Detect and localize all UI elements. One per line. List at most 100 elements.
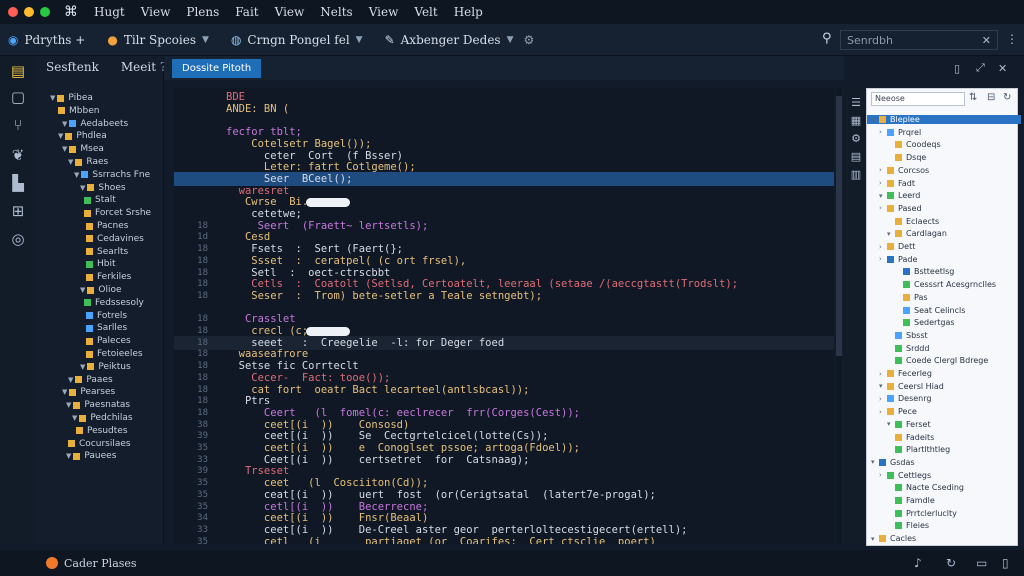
- outline-item[interactable]: Coodeqs: [887, 140, 941, 149]
- chevron-down-icon[interactable]: ▼: [50, 94, 55, 102]
- outline-item[interactable]: › Fadt: [879, 179, 915, 188]
- status-label[interactable]: Cader Plases: [64, 557, 137, 570]
- tree-item[interactable]: Mbben: [58, 106, 99, 116]
- outline-item[interactable]: ▾ Leerd: [879, 191, 920, 200]
- outline-item[interactable]: Fleies: [887, 521, 929, 530]
- tree-item[interactable]: ▼ Raes: [68, 157, 108, 167]
- tree-item[interactable]: ▼ Pearses: [62, 387, 115, 397]
- outline-item[interactable]: Pas: [895, 293, 928, 302]
- tree-item[interactable]: ▼ Msea: [62, 144, 104, 154]
- close-icon[interactable]: ✕: [998, 62, 1007, 75]
- panel-icon[interactable]: ▭: [976, 556, 987, 570]
- tree-item[interactable]: ▼ Pibea: [50, 93, 93, 103]
- tree-item[interactable]: ▼ Pauees: [66, 451, 116, 461]
- chevron-icon[interactable]: ▾: [871, 535, 879, 543]
- outline-item[interactable]: Eclaects: [887, 217, 939, 226]
- outline-item[interactable]: Seat Celincls: [895, 306, 965, 315]
- chevron-down-icon[interactable]: ▼: [58, 132, 63, 140]
- search-input[interactable]: Senrdbh ✕: [840, 30, 998, 50]
- chevron-down-icon[interactable]: ▼: [62, 145, 67, 153]
- outline-item[interactable]: Famdle: [887, 496, 935, 505]
- chevron-icon[interactable]: ▾: [887, 230, 895, 238]
- tree-item[interactable]: ▼ Ssrrachs Fne: [74, 170, 150, 180]
- files-icon[interactable]: ▤: [9, 62, 27, 80]
- explorer-tab-1[interactable]: Sesftenk: [46, 60, 99, 74]
- tree-item[interactable]: ▼ Paesnatas: [66, 400, 130, 410]
- menu-item[interactable]: View: [141, 5, 171, 19]
- outline-item[interactable]: ▾ Bleplee: [867, 115, 1021, 124]
- tree-item[interactable]: Cedavines: [86, 234, 144, 244]
- outline-item[interactable]: Dsqe: [887, 153, 926, 162]
- outline-item[interactable]: Prrtclerluclty: [887, 509, 957, 518]
- outline-item[interactable]: Bstteetlsg: [895, 267, 954, 276]
- layout-icon[interactable]: ▯: [1002, 556, 1009, 570]
- chevron-icon[interactable]: ›: [879, 166, 887, 174]
- editor-scrollbar-thumb[interactable]: [836, 96, 842, 356]
- outline-item[interactable]: Plartlthtleg: [887, 445, 950, 454]
- outline-item[interactable]: Cesssrt Acesgrnclles: [895, 280, 996, 289]
- menu-item[interactable]: Help: [454, 5, 483, 19]
- chevron-down-icon[interactable]: ▼: [72, 414, 77, 422]
- tree-item[interactable]: Fotrels: [86, 311, 127, 321]
- tree-item[interactable]: Sarlles: [86, 323, 127, 333]
- tree-item[interactable]: ▼ Pedchilas: [72, 413, 133, 423]
- chevron-icon[interactable]: ▾: [871, 116, 879, 124]
- tree-item[interactable]: ▼ Phdlea: [58, 131, 107, 141]
- chevron-down-icon[interactable]: ▼: [66, 452, 71, 460]
- filter-icon[interactable]: ▥: [847, 166, 865, 184]
- pin-icon[interactable]: ⤢: [976, 61, 985, 75]
- code-editor[interactable]: BDE ANDE: BN (fecfor tblt; Cotelsetr Bage…: [174, 88, 834, 544]
- gear-icon[interactable]: ⚙: [847, 130, 865, 148]
- bell-icon[interactable]: ♪: [914, 556, 922, 570]
- tree-item[interactable]: Pacnes: [86, 221, 128, 231]
- chevron-down-icon[interactable]: ▼: [80, 363, 85, 371]
- tree-item[interactable]: Ferkiles: [86, 272, 131, 282]
- sync-icon[interactable]: ↻: [946, 556, 956, 570]
- chevron-icon[interactable]: ▾: [879, 382, 887, 390]
- document-icon[interactable]: ▢: [9, 88, 27, 106]
- tree-item[interactable]: ▼ Peiktus: [80, 362, 131, 372]
- account-icon[interactable]: ◎: [9, 230, 27, 248]
- outline-item[interactable]: › Dett: [879, 242, 915, 251]
- tab-active-file[interactable]: Dossite Pitoth: [172, 58, 262, 78]
- chevron-down-icon[interactable]: ▼: [62, 120, 67, 128]
- close-icon[interactable]: ✕: [982, 34, 991, 47]
- chevron-icon[interactable]: ›: [879, 395, 887, 403]
- tree-item[interactable]: ▼ Shoes: [80, 183, 126, 193]
- extensions-icon[interactable]: ⊞: [9, 202, 27, 220]
- chevron-down-icon[interactable]: ▼: [68, 376, 73, 384]
- outline-item[interactable]: › Fecerleg: [879, 369, 932, 378]
- tree-item[interactable]: Fedssesoly: [84, 298, 144, 308]
- outline-item[interactable]: Fadeits: [887, 433, 934, 442]
- chevron-icon[interactable]: ▾: [871, 458, 879, 466]
- refresh-icon[interactable]: ↻: [1003, 92, 1011, 103]
- toolbar-dropdown-3[interactable]: ✎ Axbenger Dedes ▼: [385, 33, 514, 47]
- tree-item[interactable]: Cocursilaes: [68, 439, 131, 449]
- chevron-down-icon[interactable]: ▼: [66, 401, 71, 409]
- outline-item[interactable]: › Pece: [879, 407, 917, 416]
- collapse-icon[interactable]: ⊟: [987, 92, 995, 103]
- chevron-down-icon[interactable]: ▼: [62, 388, 67, 396]
- outline-item[interactable]: › Pased: [879, 204, 922, 213]
- explorer-tab-2[interactable]: Meeit: [121, 60, 156, 74]
- tree-item[interactable]: Paleces: [86, 336, 131, 346]
- chevron-icon[interactable]: ›: [879, 243, 887, 251]
- outline-item[interactable]: ▾ Cardlagan: [887, 229, 947, 238]
- chevron-down-icon[interactable]: ▼: [68, 158, 73, 166]
- chevron-icon[interactable]: ›: [879, 179, 887, 187]
- outline-item[interactable]: › Pade: [879, 255, 917, 264]
- chevron-icon[interactable]: ▾: [879, 192, 887, 200]
- outline-item[interactable]: › Corcsos: [879, 166, 929, 175]
- search-icon[interactable]: ⚲: [822, 31, 832, 46]
- tree-item[interactable]: Fetoieeles: [86, 349, 143, 359]
- minimize-window-icon[interactable]: [24, 7, 34, 17]
- chevron-icon[interactable]: ›: [879, 408, 887, 416]
- chevron-down-icon[interactable]: ▼: [80, 184, 85, 192]
- outline-item[interactable]: ▾ Ferset: [887, 420, 931, 429]
- layers-icon[interactable]: ▤: [847, 148, 865, 166]
- outline-item[interactable]: Coede Clergl Bdrege: [887, 356, 988, 365]
- menu-item[interactable]: Velt: [414, 5, 437, 19]
- maximize-window-icon[interactable]: [40, 7, 50, 17]
- menu-item[interactable]: Plens: [186, 5, 219, 19]
- tree-item[interactable]: ▼ Aedabeets: [62, 119, 128, 129]
